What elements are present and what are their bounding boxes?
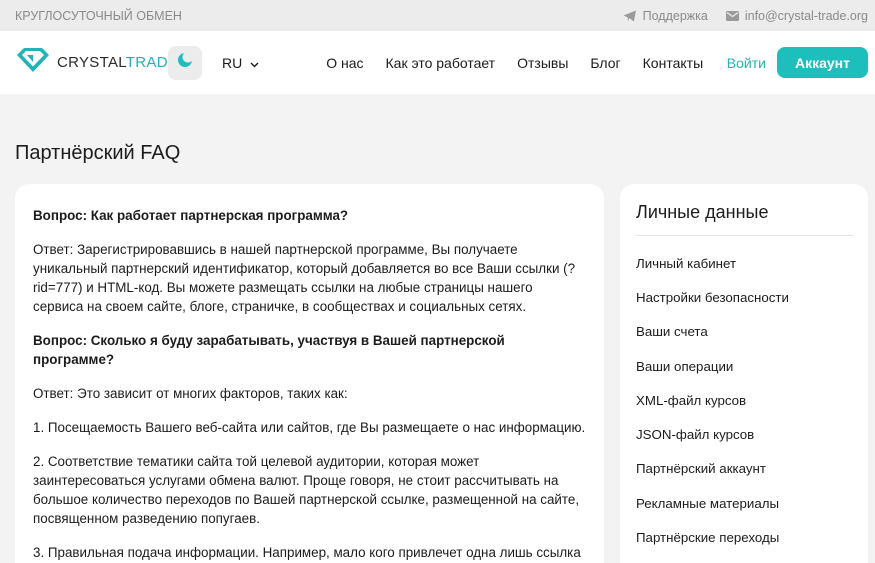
sidebar-item-xml-rates[interactable]: XML-файл курсов — [636, 383, 854, 417]
faq-answer-point: 1. Посещаемость Вашего веб-сайта или сай… — [33, 420, 586, 435]
theme-toggle-button[interactable] — [168, 45, 202, 80]
mail-icon — [725, 10, 739, 21]
faq-card: Вопрос: Как работает партнерская програм… — [15, 184, 604, 563]
sidebar-item-partner-account[interactable]: Партнёрский аккаунт — [636, 452, 854, 486]
sidebar-item-security-settings[interactable]: Настройки безопасности — [636, 280, 854, 314]
language-label: RU — [222, 54, 243, 71]
sidebar-item-promo-materials[interactable]: Рекламные материалы — [636, 486, 854, 520]
support-label: Поддержка — [642, 8, 708, 23]
crystal-logo-icon — [15, 47, 51, 78]
nav-reviews[interactable]: Отзывы — [517, 55, 568, 71]
top-bar: КРУГЛОСУТОЧНЫЙ ОБМЕН Поддержка info@crys… — [0, 0, 875, 31]
moon-icon — [177, 51, 194, 73]
top-bar-links: Поддержка info@crystal-trade.org — [623, 9, 868, 23]
nav-contacts[interactable]: Контакты — [643, 55, 703, 71]
email-label: info@crystal-trade.org — [744, 8, 868, 23]
main-nav: О нас Как это работает Отзывы Блог Конта… — [326, 55, 703, 71]
telegram-icon — [623, 10, 637, 22]
content-area: Вопрос: Как работает партнерская програм… — [15, 184, 868, 563]
sidebar-menu: Личный кабинет Настройки безопасности Ва… — [636, 246, 854, 555]
faq-answer: Ответ: Это зависит от многих факторов, т… — [33, 386, 348, 401]
logo-text-crystal: CRYSTAL — [57, 54, 126, 71]
support-link[interactable]: Поддержка — [623, 9, 708, 23]
nav-about[interactable]: О нас — [326, 55, 363, 71]
main-header: CRYSTALTRADE RU О нас Как это работает О… — [0, 31, 875, 94]
faq-answer-point: 3. Правильная подача информации. Наприме… — [33, 545, 581, 560]
nav-how-it-works[interactable]: Как это работает — [386, 55, 496, 71]
sidebar-item-json-rates[interactable]: JSON-файл курсов — [636, 417, 854, 451]
top-bar-tagline: КРУГЛОСУТОЧНЫЙ ОБМЕН — [15, 8, 182, 23]
sidebar-item-operations[interactable]: Ваши операции — [636, 349, 854, 383]
email-link[interactable]: info@crystal-trade.org — [725, 8, 868, 23]
faq-question: Вопрос: Как работает партнерская програм… — [33, 208, 349, 223]
logo-text: CRYSTALTRADE — [57, 54, 178, 71]
account-button[interactable]: Аккаунт — [776, 47, 868, 78]
sidebar-title: Личные данные — [636, 202, 854, 236]
faq-question: Вопрос: Сколько я буду зарабатывать, уча… — [33, 333, 505, 367]
faq-answer-point: 2. Соответствие тематики сайта той целев… — [33, 454, 580, 526]
nav-blog[interactable]: Блог — [590, 55, 620, 71]
page-title: Партнёрский FAQ — [15, 142, 181, 164]
sidebar-item-partner-clicks[interactable]: Партнёрские переходы — [636, 520, 854, 554]
login-link[interactable]: Войти — [727, 55, 766, 71]
logo[interactable]: CRYSTALTRADE — [15, 47, 178, 78]
chevron-down-icon — [250, 55, 259, 71]
sidebar-item-accounts[interactable]: Ваши счета — [636, 315, 854, 349]
sidebar-item-dashboard[interactable]: Личный кабинет — [636, 246, 854, 280]
personal-data-sidebar: Личные данные Личный кабинет Настройки б… — [620, 184, 868, 563]
language-selector[interactable]: RU — [222, 55, 259, 71]
faq-answer: Ответ: Зарегистрировавшись в нашей партн… — [33, 242, 576, 314]
